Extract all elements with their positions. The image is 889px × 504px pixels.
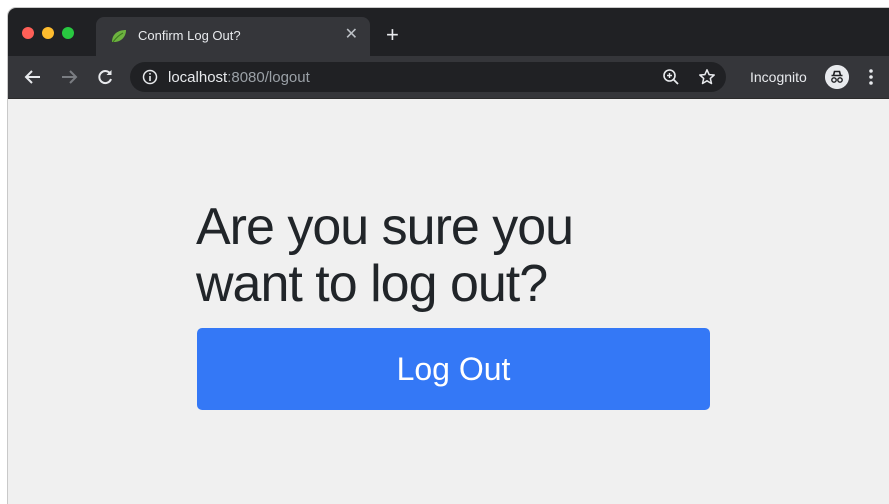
page-heading: Are you sure you want to log out? — [196, 198, 574, 313]
back-arrow-icon — [24, 70, 40, 84]
reload-button[interactable] — [94, 66, 116, 88]
minimize-window-button[interactable] — [42, 27, 54, 39]
log-out-button[interactable]: Log Out — [197, 328, 710, 410]
url-host: localhost — [168, 69, 228, 86]
incognito-label[interactable]: Incognito — [750, 69, 807, 85]
address-bar[interactable]: localhost:8080/logout — [130, 62, 726, 92]
browser-tab[interactable]: Confirm Log Out? ✕ — [96, 17, 370, 56]
zoom-window-button[interactable] — [62, 27, 74, 39]
forward-arrow-icon — [62, 70, 78, 84]
close-tab-icon[interactable]: ✕ — [345, 25, 358, 45]
back-button[interactable] — [22, 66, 44, 88]
url-path: :8080/logout — [227, 69, 310, 86]
window-controls — [22, 27, 74, 39]
reload-icon — [98, 70, 112, 85]
url-text[interactable]: localhost:8080/logout — [168, 69, 310, 86]
browser-window: Confirm Log Out? ✕ + localhost:8080/logo… — [8, 8, 889, 504]
tab-title: Confirm Log Out? — [138, 28, 241, 43]
kebab-menu-icon[interactable] — [864, 66, 878, 88]
forward-button[interactable] — [58, 66, 80, 88]
spring-leaf-icon — [112, 30, 126, 43]
incognito-icon[interactable] — [825, 65, 849, 89]
new-tab-button[interactable]: + — [386, 24, 399, 46]
close-window-button[interactable] — [22, 27, 34, 39]
bookmark-star-icon[interactable] — [698, 68, 716, 86]
title-bar: Confirm Log Out? ✕ + — [8, 8, 889, 56]
info-icon[interactable] — [142, 69, 158, 85]
page-content: Are you sure you want to log out? Log Ou… — [8, 99, 889, 504]
zoom-icon[interactable] — [662, 68, 680, 86]
browser-toolbar: localhost:8080/logout Incognito — [8, 56, 889, 99]
